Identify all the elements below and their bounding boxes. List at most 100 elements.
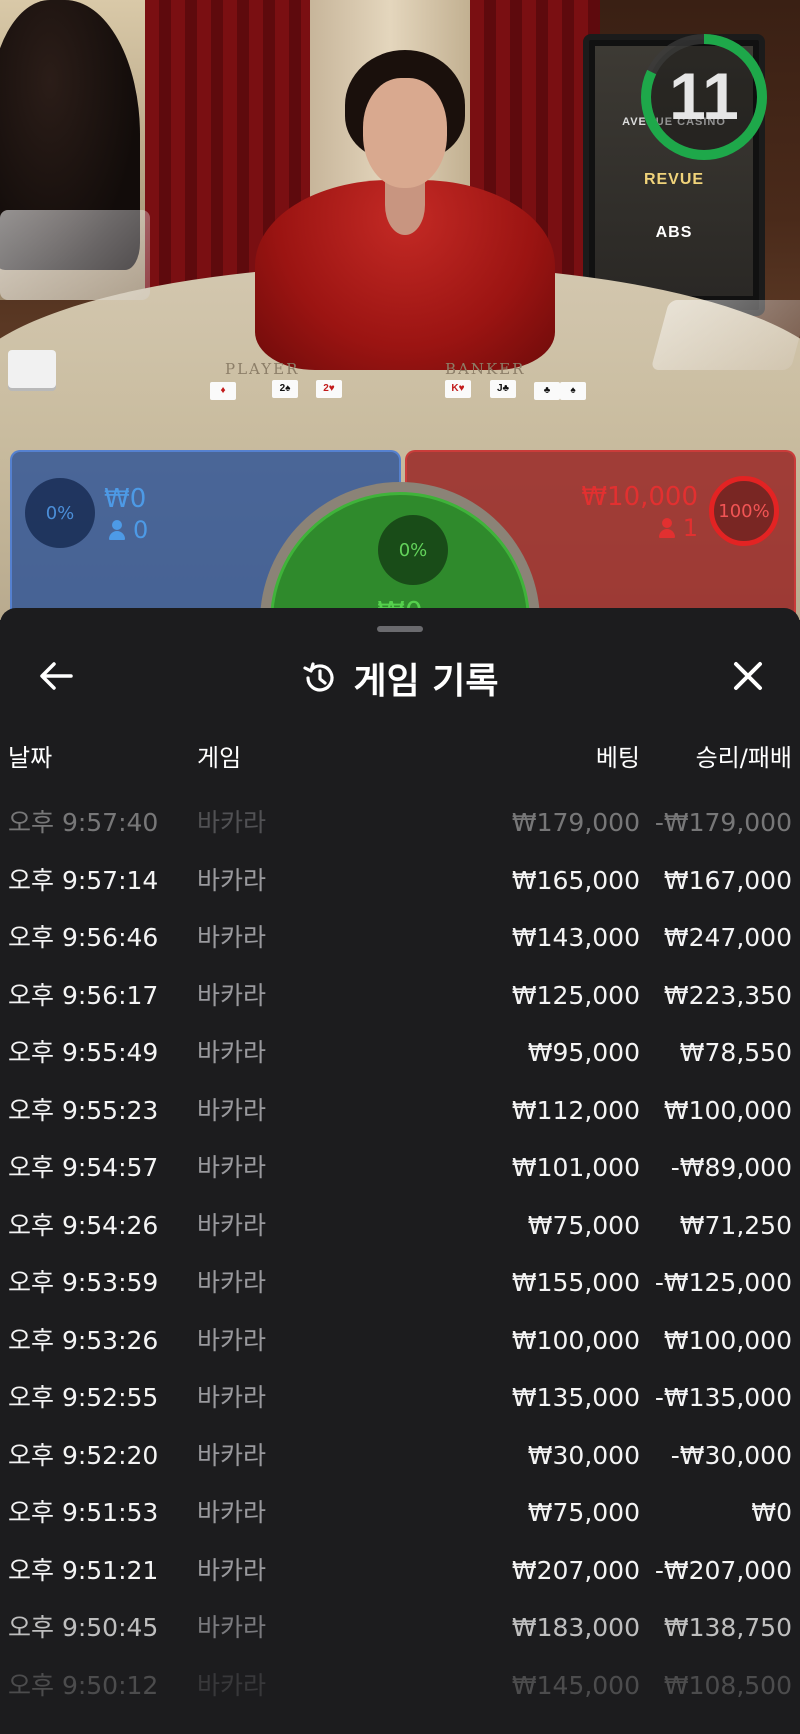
- playing-card: ♦: [210, 382, 236, 400]
- banker-count-value: 1: [682, 514, 698, 542]
- row-result: -₩135,000: [654, 1383, 792, 1412]
- row-time: 오후 9:55:49: [8, 1038, 159, 1067]
- row-game: 바카라: [197, 1095, 267, 1125]
- row-game: 바카라: [197, 1498, 267, 1527]
- row-time: 오후 9:52:20: [8, 1440, 159, 1470]
- row-game: 바카라: [197, 1038, 267, 1067]
- row-game: 바카라: [197, 1555, 267, 1585]
- row-time: 오후 9:54:26: [8, 1210, 159, 1240]
- playing-card: J♣: [490, 380, 516, 398]
- timer-seconds: 11: [669, 59, 739, 133]
- row-game: 바카라: [197, 1325, 267, 1355]
- table-header: 날짜 게임 베팅 승리/패배: [0, 738, 800, 778]
- banker-percent: 100%: [709, 476, 779, 546]
- row-game: 바카라: [197, 980, 267, 1010]
- person-icon: [109, 520, 125, 540]
- row-bet: ₩75,000: [527, 1210, 640, 1240]
- playing-card: 2♥: [316, 380, 342, 398]
- close-icon: [734, 662, 762, 690]
- row-result: ₩223,350: [663, 980, 792, 1010]
- table-row[interactable]: 오후 9:50:12 바카라 ₩145,000 ₩108,500: [0, 1666, 800, 1724]
- table-row[interactable]: 오후 9:55:23 바카라 ₩112,000 ₩100,000: [0, 1091, 800, 1149]
- row-game: 바카라: [197, 1153, 267, 1182]
- close-button[interactable]: [722, 650, 774, 702]
- row-time: 오후 9:57:14: [8, 865, 159, 895]
- dealer: [245, 50, 565, 370]
- row-game: 바카라: [197, 1383, 267, 1412]
- row-bet: ₩135,000: [511, 1383, 640, 1412]
- row-bet: ₩30,000: [527, 1440, 640, 1470]
- row-result: ₩247,000: [663, 923, 792, 952]
- row-game: 바카라: [197, 1670, 267, 1700]
- row-time: 오후 9:50:45: [8, 1613, 159, 1642]
- row-result: ₩100,000: [663, 1325, 792, 1355]
- row-time: 오후 9:51:53: [8, 1498, 159, 1527]
- row-result: -₩89,000: [670, 1153, 792, 1182]
- row-bet: ₩100,000: [511, 1325, 640, 1355]
- row-bet: ₩125,000: [511, 980, 640, 1010]
- table-row[interactable]: 오후 9:52:20 바카라 ₩30,000 -₩30,000: [0, 1436, 800, 1494]
- table-row[interactable]: 오후 9:53:59 바카라 ₩155,000 -₩125,000: [0, 1263, 800, 1321]
- row-game: 바카라: [197, 865, 267, 895]
- row-time: 오후 9:53:26: [8, 1325, 159, 1355]
- player-percent: 0%: [25, 478, 95, 548]
- player-bet-amount: ₩0: [104, 484, 147, 514]
- banker-bet-amount: ₩10,000: [581, 482, 698, 512]
- row-game: 바카라: [197, 808, 267, 837]
- row-result: ₩100,000: [663, 1095, 792, 1125]
- row-result: -₩207,000: [654, 1555, 792, 1585]
- table-row[interactable]: 오후 9:56:17 바카라 ₩125,000 ₩223,350: [0, 976, 800, 1034]
- row-bet: ₩75,000: [527, 1498, 640, 1527]
- row-bet: ₩179,000: [511, 808, 640, 837]
- table-row[interactable]: 오후 9:52:55 바카라 ₩135,000 -₩135,000: [0, 1378, 800, 1436]
- tie-percent: 0%: [378, 515, 448, 585]
- column-header-result: 승리/패배: [695, 744, 792, 772]
- discard-tray: [650, 300, 800, 370]
- table-row[interactable]: 오후 9:55:49 바카라 ₩95,000 ₩78,550: [0, 1033, 800, 1091]
- card-deck: [8, 350, 56, 388]
- row-bet: ₩112,000: [511, 1095, 640, 1125]
- person-icon: [658, 518, 675, 538]
- row-bet: ₩155,000: [511, 1268, 640, 1297]
- table-row[interactable]: 오후 9:56:46 바카라 ₩143,000 ₩247,000: [0, 918, 800, 976]
- table-row[interactable]: 오후 9:57:40 바카라 ₩179,000 -₩179,000: [0, 803, 800, 861]
- row-result: -₩30,000: [670, 1440, 792, 1470]
- table-row[interactable]: 오후 9:57:14 바카라 ₩165,000 ₩167,000: [0, 861, 800, 919]
- row-time: 오후 9:56:46: [8, 923, 159, 952]
- player-bettor-count: 0: [109, 516, 148, 544]
- row-bet: ₩183,000: [511, 1613, 640, 1642]
- row-result: ₩78,550: [679, 1038, 792, 1067]
- row-result: ₩108,500: [663, 1670, 792, 1700]
- sheet-title: 게임 기록: [353, 661, 499, 702]
- row-game: 바카라: [197, 1440, 267, 1470]
- row-bet: ₩207,000: [511, 1555, 640, 1585]
- table-row[interactable]: 오후 9:50:45 바카라 ₩183,000 ₩138,750: [0, 1608, 800, 1666]
- row-time: 오후 9:52:55: [8, 1383, 159, 1412]
- row-bet: ₩145,000: [511, 1670, 640, 1700]
- row-game: 바카라: [197, 1268, 267, 1297]
- drag-handle[interactable]: [377, 626, 423, 632]
- table-row[interactable]: 오후 9:51:21 바카라 ₩207,000 -₩207,000: [0, 1551, 800, 1609]
- history-list[interactable]: 오후 9:57:40 바카라 ₩179,000 -₩179,000 오후 9:57:14…: [0, 803, 800, 1723]
- banker-bettor-count: 1: [658, 514, 698, 542]
- table-row[interactable]: 오후 9:51:53 바카라 ₩75,000 ₩0: [0, 1493, 800, 1551]
- row-game: 바카라: [197, 923, 267, 952]
- table-row[interactable]: 오후 9:54:26 바카라 ₩75,000 ₩71,250: [0, 1206, 800, 1264]
- player-count-value: 0: [133, 516, 149, 544]
- game-history-sheet: 게임 기록 날짜 게임 베팅 승리/패배 오후 9:57:40 바카라 ₩179,0…: [0, 608, 800, 1734]
- countdown-timer: 11: [637, 30, 771, 164]
- row-time: 오후 9:56:17: [8, 980, 159, 1010]
- history-clock-icon: [303, 662, 335, 692]
- table-row[interactable]: 오후 9:54:57 바카라 ₩101,000 -₩89,000: [0, 1148, 800, 1206]
- row-bet: ₩143,000: [511, 923, 640, 952]
- row-game: 바카라: [197, 1613, 267, 1642]
- row-bet: ₩101,000: [511, 1153, 640, 1182]
- row-result: ₩138,750: [663, 1613, 792, 1642]
- row-time: 오후 9:50:12: [8, 1670, 159, 1700]
- row-game: 바카라: [197, 1210, 267, 1240]
- column-header-bet: 베팅: [595, 744, 640, 772]
- row-time: 오후 9:57:40: [8, 808, 159, 837]
- row-time: 오후 9:53:59: [8, 1268, 159, 1297]
- table-row[interactable]: 오후 9:53:26 바카라 ₩100,000 ₩100,000: [0, 1321, 800, 1379]
- row-result: ₩167,000: [663, 865, 792, 895]
